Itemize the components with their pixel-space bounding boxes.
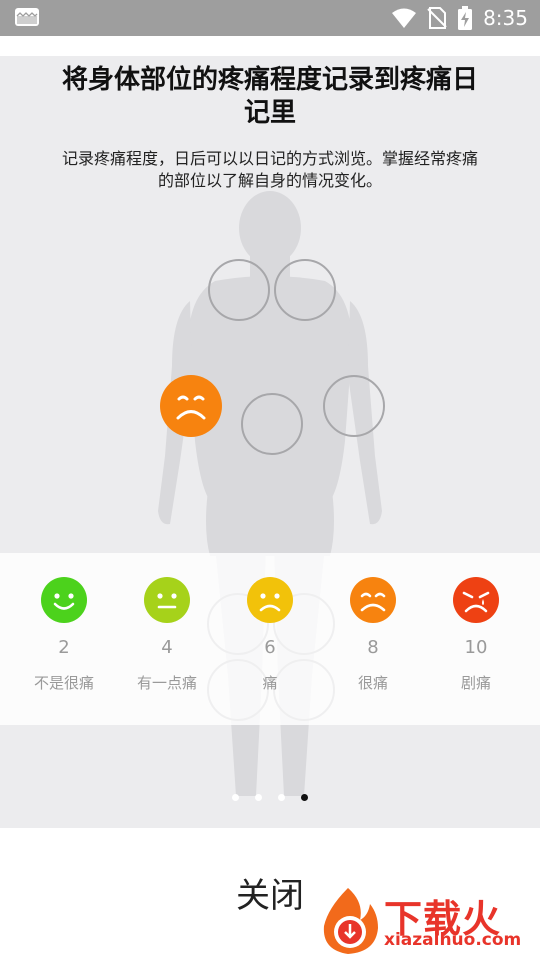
page-subtitle-line-1: 记录疼痛程度，日后可以以日记的方式浏览。掌握经常疼痛: [61, 149, 478, 168]
pain-level-value: 10: [464, 637, 488, 658]
battery-charging-icon: [458, 6, 473, 30]
sad-face-icon: [350, 577, 396, 623]
pain-level-label: 痛: [262, 674, 278, 692]
crying-face-icon: [453, 577, 499, 623]
pain-scale-panel: 2 不是很痛 4 有一点痛 6 痛 8 很痛 10 剧痛: [0, 553, 540, 725]
page-dot[interactable]: [278, 794, 285, 801]
no-sim-icon: [427, 7, 447, 29]
pain-level-value: 8: [367, 637, 379, 658]
onboarding-card: 将身体部位的疼痛程度记录到疼痛日 记里 记录疼痛程度，日后可以以日记的方式浏览。…: [0, 56, 540, 828]
wifi-icon: [392, 8, 417, 28]
flame-logo-icon: [323, 888, 378, 954]
notification-icon: [15, 8, 39, 26]
page-dot[interactable]: [255, 794, 262, 801]
page-subtitle: 记录疼痛程度，日后可以以日记的方式浏览。掌握经常疼痛 的部位以了解自身的情况变化…: [40, 148, 500, 192]
pain-level-label: 很痛: [357, 674, 388, 692]
smile-face-icon: [41, 577, 87, 623]
page-subtitle-line-2: 的部位以了解自身的情况变化。: [157, 171, 382, 190]
status-bar: 8:35: [0, 0, 540, 36]
pain-level-8: 8 很痛: [323, 577, 423, 693]
watermark-logo: 下载火 xiazaihuo.com: [318, 884, 538, 956]
watermark-url: xiazaihuo.com: [384, 930, 522, 950]
pain-level-label: 剧痛: [460, 674, 491, 692]
selected-pain-marker: [160, 375, 222, 437]
pain-level-value: 2: [58, 637, 70, 658]
pain-level-label: 有一点痛: [136, 674, 197, 692]
page-title: 将身体部位的疼痛程度记录到疼痛日 记里: [40, 64, 500, 130]
pain-level-value: 6: [264, 637, 276, 658]
status-time: 8:35: [483, 6, 528, 30]
pain-level-6: 6 痛: [220, 577, 320, 693]
pain-level-value: 4: [161, 637, 173, 658]
page-dot-active[interactable]: [301, 794, 308, 801]
pain-level-2: 2 不是很痛: [14, 577, 114, 693]
page-title-line-2: 记里: [243, 98, 296, 128]
pain-level-4: 4 有一点痛: [117, 577, 217, 693]
pain-level-label: 不是很痛: [33, 674, 94, 692]
page-indicator: [0, 794, 540, 801]
frown-face-icon: [247, 577, 293, 623]
page-title-line-1: 将身体部位的疼痛程度记录到疼痛日: [61, 65, 478, 95]
neutral-face-icon: [144, 577, 190, 623]
page-dot[interactable]: [232, 794, 239, 801]
pain-level-10: 10 剧痛: [426, 577, 526, 693]
